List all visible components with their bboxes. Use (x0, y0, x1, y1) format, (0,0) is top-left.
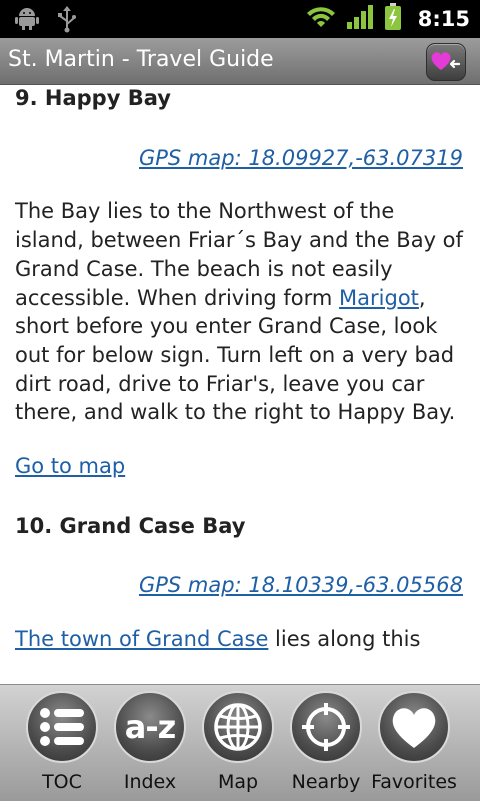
a-z-icon: a-z (114, 691, 186, 763)
nav-label-map: Map (217, 771, 259, 793)
nav-label-favorites: Favorites (371, 771, 457, 793)
list-icon (26, 691, 98, 763)
clock: 8:15 (417, 7, 470, 31)
nav-label-index: Index (123, 771, 177, 793)
app-title: St. Martin - Travel Guide (8, 47, 274, 72)
wifi-icon (306, 4, 336, 34)
signal-icon (346, 4, 374, 34)
favorite-toggle-button[interactable] (426, 43, 466, 81)
article-content: 9. Happy Bay GPS map: 18.09927,-63.07319… (15, 84, 467, 684)
nav-toc[interactable]: TOC (18, 685, 106, 801)
section-heading-happy-bay: 9. Happy Bay (15, 86, 171, 110)
status-bar: 8:15 (0, 0, 480, 38)
gps-map-link-grand-case[interactable]: GPS map: 18.10339,-63.05568 (139, 573, 463, 597)
go-to-map-link[interactable]: Go to map (15, 454, 125, 478)
usb-icon (56, 5, 78, 37)
title-bar: St. Martin - Travel Guide (0, 38, 480, 85)
globe-icon (202, 691, 274, 763)
nav-label-toc: TOC (42, 771, 82, 793)
bottom-nav: TOC a-z Index Map Nearby Favorites (0, 684, 480, 801)
gps-map-line: GPS map: 18.09927,-63.07319 (15, 144, 463, 173)
gps-map-line: GPS map: 18.10339,-63.05568 (15, 571, 463, 600)
nav-favorites[interactable]: Favorites (370, 685, 458, 801)
paragraph-text: lies along this (268, 627, 421, 652)
android-debug-icon (14, 5, 40, 37)
nav-map[interactable]: Map (194, 685, 282, 801)
a-z-icon-text: a-z (124, 708, 176, 746)
paragraph-grand-case: The town of Grand Case lies along this (15, 625, 467, 654)
battery-charging-icon (384, 3, 402, 35)
paragraph-happy-bay: The Bay lies to the Northwest of the isl… (15, 197, 467, 427)
crosshair-icon (290, 691, 362, 763)
nav-nearby[interactable]: Nearby (282, 685, 370, 801)
marigot-link[interactable]: Marigot (339, 286, 419, 310)
section-heading-grand-case: 10. Grand Case Bay (15, 513, 246, 538)
gps-map-link-happy-bay[interactable]: GPS map: 18.09927,-63.07319 (139, 146, 463, 170)
heart-back-icon (431, 52, 461, 70)
nav-label-nearby: Nearby (291, 771, 361, 793)
go-to-map-line: Go to map (15, 452, 467, 481)
nav-index[interactable]: a-z Index (106, 685, 194, 801)
heart-icon (378, 691, 450, 763)
grand-case-town-link[interactable]: The town of Grand Case (15, 627, 268, 651)
